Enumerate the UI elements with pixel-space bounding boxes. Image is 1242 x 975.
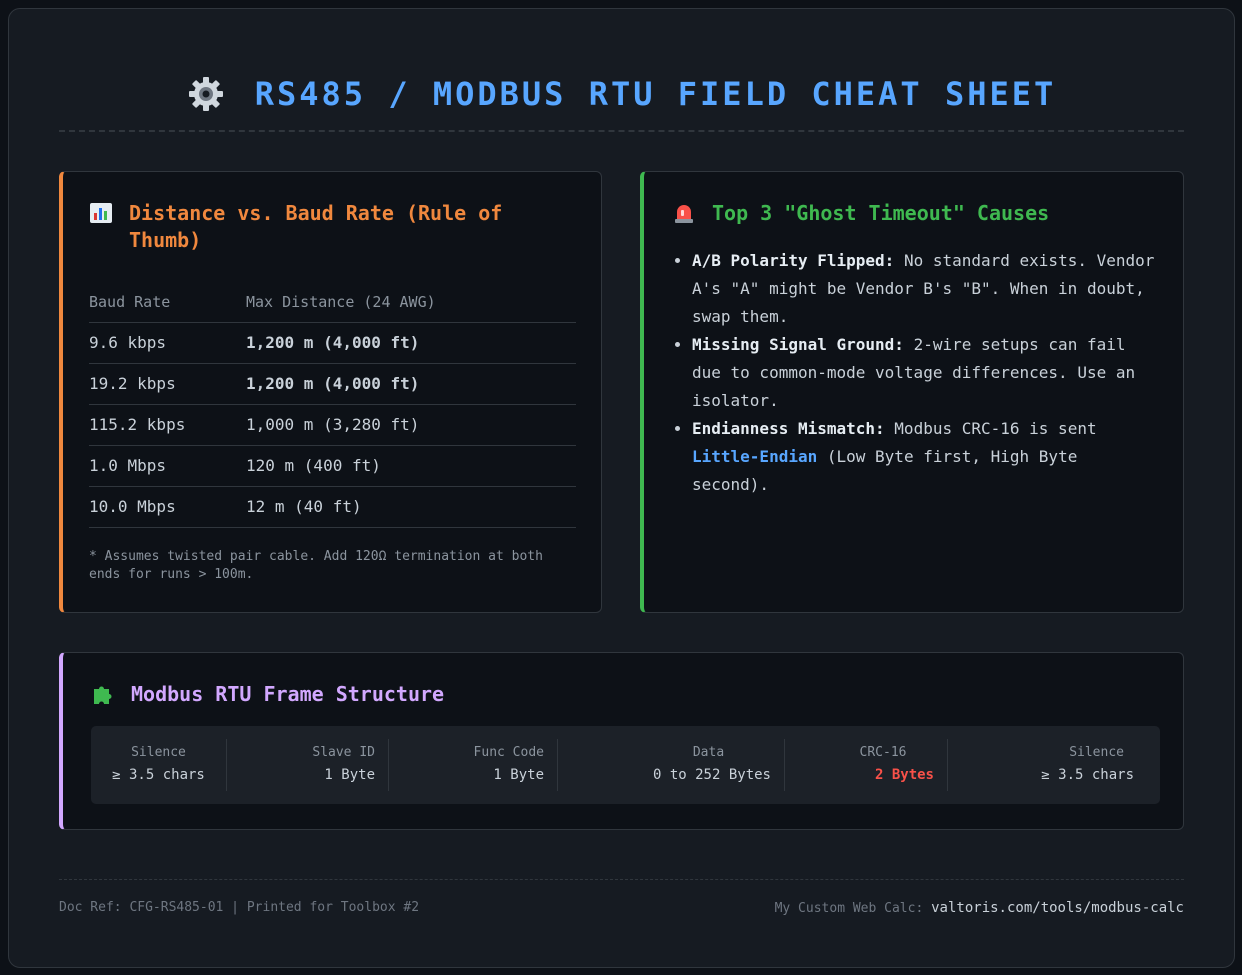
- segment-name: Silence: [1069, 745, 1124, 760]
- ghost-timeout-title: Top 3 "Ghost Timeout" Causes: [712, 201, 1050, 225]
- frame-segment: Silence ≥ 3.5 chars: [91, 739, 227, 791]
- calc-link[interactable]: valtoris.com/tools/modbus-calc: [931, 900, 1184, 916]
- little-endian-highlight: Little-Endian: [692, 447, 818, 466]
- doc-reference: Doc Ref: CFG-RS485-01 | Printed for Tool…: [59, 900, 420, 915]
- distance-value: 120 m (400 ft): [246, 445, 576, 487]
- table-row: 10.0 Mbps 12 m (40 ft): [89, 486, 576, 528]
- list-item: Missing Signal Ground: 2-wire setups can…: [692, 331, 1159, 415]
- puzzle-icon: [91, 682, 117, 708]
- page-header: RS485 / MODBUS RTU FIELD CHEAT SHEET: [59, 69, 1184, 119]
- segment-value: 1 Byte: [493, 767, 544, 783]
- calc-label: My Custom Web Calc:: [774, 901, 924, 916]
- table-header-row: Baud Rate Max Distance (24 AWG): [89, 282, 576, 323]
- footer-calc: My Custom Web Calc: valtoris.com/tools/m…: [775, 900, 1184, 916]
- frame-structure-card: Modbus RTU Frame Structure Silence ≥ 3.5…: [59, 652, 1184, 830]
- segment-value: ≥ 3.5 chars: [1041, 767, 1134, 783]
- gear-icon: [187, 75, 225, 113]
- table-row: 115.2 kbps 1,000 m (3,280 ft): [89, 404, 576, 446]
- siren-icon: [672, 201, 698, 227]
- segment-name: CRC-16: [859, 745, 907, 760]
- frame-diagram: Silence ≥ 3.5 chars Slave ID 1 Byte Func…: [91, 726, 1160, 804]
- baud-value: 1.0 Mbps: [89, 445, 246, 487]
- ghost-timeout-card: Top 3 "Ghost Timeout" Causes A/B Polarit…: [640, 171, 1184, 613]
- segment-name: Silence: [131, 745, 186, 760]
- segment-value: 1 Byte: [324, 767, 375, 783]
- frame-segment: Slave ID 1 Byte: [227, 739, 389, 791]
- frame-segment: Func Code 1 Byte: [389, 739, 558, 791]
- cheat-sheet: RS485 / MODBUS RTU FIELD CHEAT SHEET Dis…: [8, 8, 1235, 968]
- cause-label: A/B Polarity Flipped:: [692, 251, 895, 270]
- segment-value: 0 to 252 Bytes: [652, 767, 771, 783]
- segment-value: ≥ 3.5 chars: [112, 767, 205, 783]
- distance-baud-heading: Distance vs. Baud Rate (Rule of Thumb): [89, 200, 601, 254]
- column-header-distance: Max Distance (24 AWG): [246, 282, 576, 323]
- title-divider: [59, 130, 1184, 132]
- segment-name: Data: [692, 745, 725, 760]
- distance-value: 12 m (40 ft): [246, 486, 576, 528]
- frame-structure-heading: Modbus RTU Frame Structure: [91, 681, 1183, 708]
- list-item: Endianness Mismatch: Modbus CRC-16 is se…: [692, 415, 1159, 499]
- distance-baud-card: Distance vs. Baud Rate (Rule of Thumb) B…: [59, 171, 602, 613]
- list-item: A/B Polarity Flipped: No standard exists…: [692, 247, 1159, 331]
- baud-value: 115.2 kbps: [89, 404, 246, 446]
- frame-segment: Silence ≥ 3.5 chars: [948, 739, 1160, 791]
- frame-structure-title: Modbus RTU Frame Structure: [131, 682, 445, 706]
- ghost-timeout-heading: Top 3 "Ghost Timeout" Causes: [672, 200, 1159, 227]
- baud-value: 19.2 kbps: [89, 363, 246, 405]
- baud-value: 10.0 Mbps: [89, 486, 246, 528]
- table-row: 1.0 Mbps 120 m (400 ft): [89, 445, 576, 487]
- distance-value: 1,000 m (3,280 ft): [246, 404, 576, 446]
- segment-name: Func Code: [473, 745, 544, 760]
- frame-segment: Data 0 to 252 Bytes: [558, 739, 785, 791]
- segment-name: Slave ID: [312, 745, 375, 760]
- distance-baud-title: Distance vs. Baud Rate (Rule of Thumb): [129, 201, 503, 252]
- distance-value: 1,200 m (4,000 ft): [246, 363, 576, 405]
- page-title: RS485 / MODBUS RTU FIELD CHEAT SHEET: [254, 75, 1057, 113]
- cause-label: Endianness Mismatch:: [692, 419, 885, 438]
- column-header-baud: Baud Rate: [89, 282, 246, 323]
- cause-label: Missing Signal Ground:: [692, 335, 904, 354]
- table-row: 19.2 kbps 1,200 m (4,000 ft): [89, 363, 576, 405]
- table-footnote: * Assumes twisted pair cable. Add 120Ω t…: [89, 548, 543, 582]
- causes-list: A/B Polarity Flipped: No standard exists…: [672, 247, 1159, 499]
- baud-value: 9.6 kbps: [89, 322, 246, 364]
- baud-rate-table: Baud Rate Max Distance (24 AWG) 9.6 kbps…: [89, 282, 576, 528]
- bar-chart-icon: [89, 201, 115, 227]
- cause-text: Modbus CRC-16 is sent: [894, 419, 1097, 438]
- table-row: 9.6 kbps 1,200 m (4,000 ft): [89, 322, 576, 364]
- footer-divider: [59, 879, 1184, 880]
- frame-segment: CRC-16 2 Bytes: [785, 739, 948, 791]
- distance-value: 1,200 m (4,000 ft): [246, 322, 576, 364]
- segment-value: 2 Bytes: [874, 767, 934, 783]
